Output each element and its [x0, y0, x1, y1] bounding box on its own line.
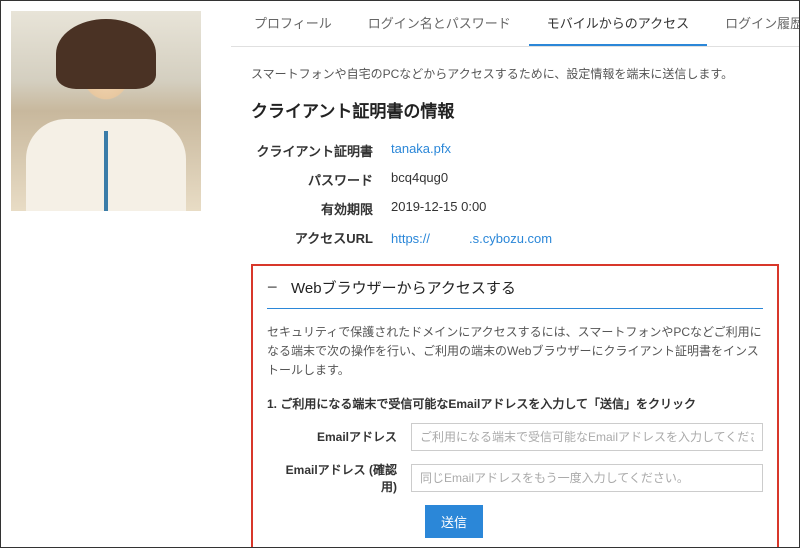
cert-file-link[interactable]: tanaka.pfx: [391, 141, 451, 160]
cert-file-label: クライアント証明書: [251, 141, 391, 160]
web-access-description: セキュリティで保護されたドメインにアクセスするには、スマートフォンやPCなどご利…: [267, 323, 763, 381]
send-button[interactable]: 送信: [425, 505, 483, 538]
tab-profile[interactable]: プロフィール: [236, 1, 350, 46]
cert-expiry-label: 有効期限: [251, 199, 391, 218]
minus-icon: −: [267, 277, 281, 298]
email-confirm-label: Emailアドレス (確認用): [281, 461, 411, 495]
web-access-section: − Webブラウザーからアクセスする セキュリティで保護されたドメインにアクセス…: [251, 264, 779, 547]
cert-url-label: アクセスURL: [251, 228, 391, 247]
intro-text: スマートフォンや自宅のPCなどからアクセスするために、設定情報を端末に送信します…: [251, 65, 779, 82]
email-input[interactable]: [411, 423, 763, 451]
cert-password-value: bcq4qug0: [391, 170, 448, 189]
cert-expiry-value: 2019-12-15 0:00: [391, 199, 486, 218]
step-1: 1. ご利用になる端末で受信可能なEmailアドレスを入力して「送信」をクリック: [267, 395, 763, 413]
tab-mobile-access[interactable]: モバイルからのアクセス: [529, 1, 707, 46]
web-access-header[interactable]: − Webブラウザーからアクセスする: [267, 266, 763, 309]
cert-url-link[interactable]: https:// .s.cybozu.com: [391, 228, 552, 247]
cert-section-title: クライアント証明書の情報: [251, 97, 779, 122]
email-confirm-input[interactable]: [411, 464, 763, 492]
tab-login-password[interactable]: ログイン名とパスワード: [350, 1, 529, 46]
cert-password-label: パスワード: [251, 170, 391, 189]
web-access-title: Webブラウザーからアクセスする: [291, 277, 516, 298]
tab-bar: プロフィール ログイン名とパスワード モバイルからのアクセス ログイン履歴: [231, 1, 799, 47]
email-label: Emailアドレス: [281, 428, 411, 445]
avatar: [11, 11, 201, 211]
tab-login-history[interactable]: ログイン履歴: [707, 1, 799, 46]
cert-info-table: クライアント証明書 tanaka.pfx パスワード bcq4qug0 有効期限…: [251, 136, 779, 252]
